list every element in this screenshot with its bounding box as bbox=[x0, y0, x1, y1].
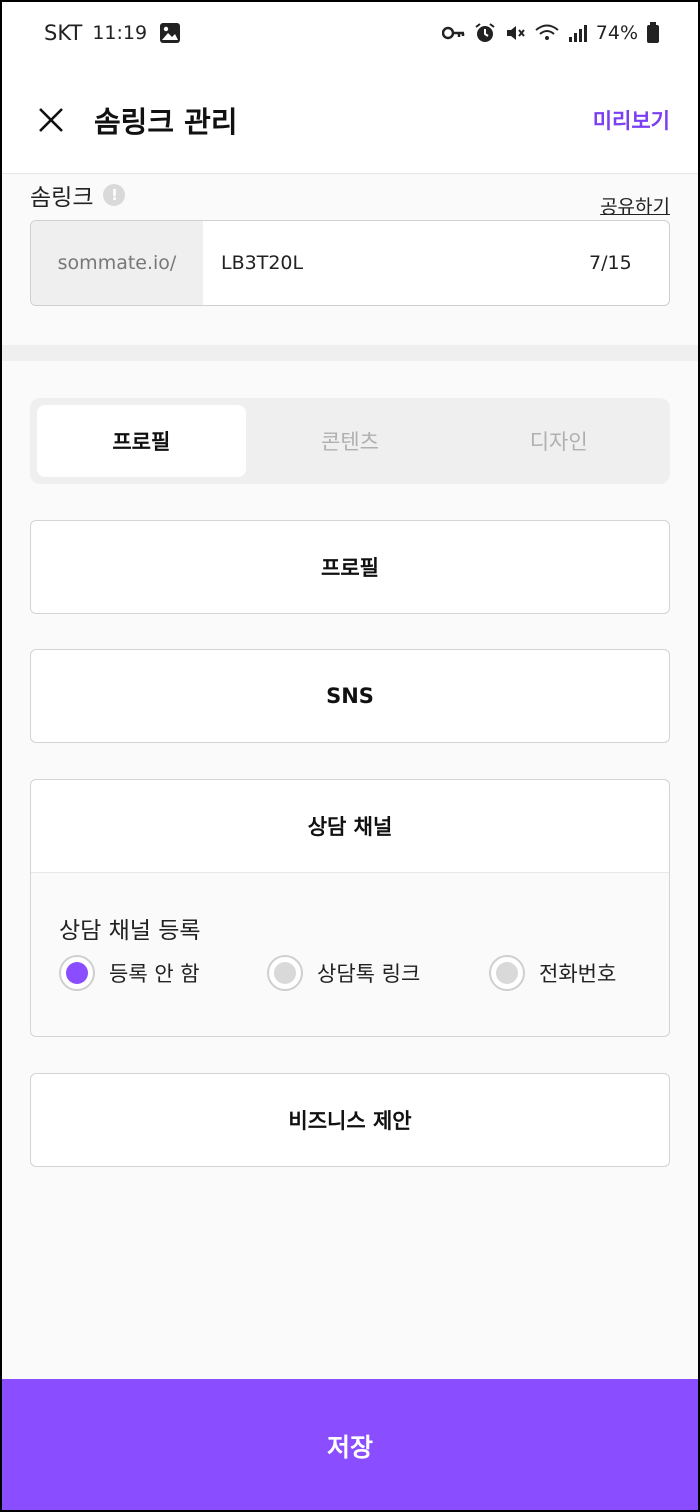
sns-section-button[interactable]: SNS bbox=[31, 650, 669, 742]
somlink-label-row: 솜링크 ! 공유하기 bbox=[30, 175, 670, 218]
radio-circle bbox=[489, 955, 525, 991]
consult-channel-section-button[interactable]: 상담 채널 bbox=[31, 780, 669, 872]
radio-no-register[interactable]: 등록 안 함 bbox=[59, 955, 267, 991]
consult-channel-card: 상담 채널 상담 채널 등록 등록 안 함 상담톡 링크 전화번호 bbox=[30, 779, 670, 1037]
wifi-icon bbox=[534, 22, 560, 44]
profile-card: 프로필 bbox=[30, 520, 670, 614]
radio-phone[interactable]: 전화번호 bbox=[489, 955, 616, 991]
carrier-label: SKT bbox=[44, 21, 83, 45]
profile-section-button[interactable]: 프로필 bbox=[31, 521, 669, 613]
share-button[interactable]: 공유하기 bbox=[600, 192, 670, 219]
radio-dot bbox=[496, 962, 518, 984]
close-icon bbox=[39, 107, 63, 132]
consult-channel-body: 상담 채널 등록 등록 안 함 상담톡 링크 전화번호 bbox=[31, 872, 669, 1036]
radio-label: 전화번호 bbox=[539, 962, 617, 986]
radio-chat-link[interactable]: 상담톡 링크 bbox=[267, 955, 489, 991]
sns-card: SNS bbox=[30, 649, 670, 743]
radio-label: 상담톡 링크 bbox=[317, 962, 421, 986]
radio-dot bbox=[66, 962, 88, 984]
close-button[interactable] bbox=[36, 105, 66, 135]
consult-radio-group: 등록 안 함 상담톡 링크 전화번호 bbox=[59, 955, 641, 991]
tab-contents[interactable]: 콘텐츠 bbox=[246, 405, 455, 477]
status-icons: 74% bbox=[441, 22, 660, 44]
radio-label: 등록 안 함 bbox=[109, 962, 200, 986]
tab-design[interactable]: 디자인 bbox=[454, 405, 663, 477]
status-bar: SKT 11:19 74% bbox=[0, 0, 700, 66]
tab-bar: 프로필 콘텐츠 디자인 bbox=[30, 398, 670, 484]
battery-icon bbox=[646, 22, 660, 44]
business-section-button[interactable]: 비즈니스 제안 bbox=[31, 1074, 669, 1166]
radio-circle bbox=[267, 955, 303, 991]
signal-icon bbox=[568, 23, 588, 43]
battery-percent: 74% bbox=[595, 22, 638, 44]
consult-register-label: 상담 채널 등록 bbox=[59, 918, 201, 944]
somlink-label: 솜링크 bbox=[30, 185, 94, 211]
app-header: 솜링크 관리 미리보기 bbox=[0, 66, 700, 174]
gallery-icon bbox=[159, 22, 181, 44]
business-card: 비즈니스 제안 bbox=[30, 1073, 670, 1167]
info-icon[interactable]: ! bbox=[103, 184, 126, 206]
status-time: 11:19 bbox=[92, 22, 148, 44]
save-button[interactable]: 저장 bbox=[0, 1379, 700, 1512]
section-divider bbox=[0, 345, 700, 361]
mute-icon bbox=[504, 22, 526, 44]
page-title: 솜링크 관리 bbox=[94, 104, 238, 139]
somlink-url-field: sommate.io/ 7/15 bbox=[30, 220, 670, 306]
tab-profile[interactable]: 프로필 bbox=[37, 405, 246, 477]
radio-dot bbox=[274, 962, 296, 984]
url-prefix: sommate.io/ bbox=[31, 221, 203, 305]
somlink-section: 솜링크 ! 공유하기 sommate.io/ 7/15 bbox=[0, 175, 700, 345]
somlink-input[interactable] bbox=[203, 221, 589, 305]
radio-circle bbox=[59, 955, 95, 991]
preview-button[interactable]: 미리보기 bbox=[593, 105, 670, 135]
alarm-icon bbox=[474, 22, 496, 44]
char-counter: 7/15 bbox=[589, 252, 632, 274]
key-icon bbox=[441, 25, 466, 41]
